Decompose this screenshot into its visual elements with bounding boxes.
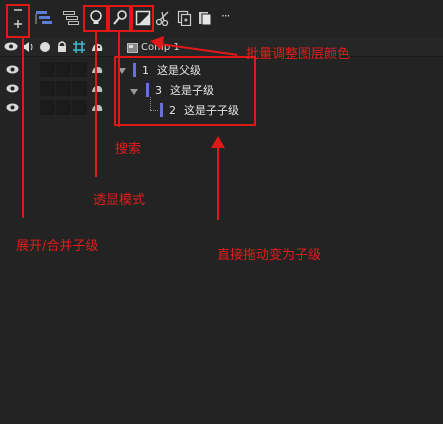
visibility-eye-icon[interactable]: [6, 103, 19, 112]
lock-cell[interactable]: [56, 62, 71, 77]
composition-icon: [127, 42, 138, 53]
arrow-head-left-icon: [150, 36, 164, 50]
highlight-batch-color: [131, 5, 154, 32]
highlight-layer-tree: [114, 56, 256, 126]
layer-stack-outline-icon: [63, 11, 79, 25]
annotation-expand-collapse: 展开/合并子级: [16, 239, 99, 254]
arrow-head-up-icon: [211, 136, 225, 148]
shy-layer-icon[interactable]: [90, 42, 104, 52]
paste-button[interactable]: [195, 7, 215, 29]
layer-stack-blue-icon: [35, 11, 52, 24]
paste-icon: [199, 12, 212, 26]
split-layer-button[interactable]: [153, 7, 173, 29]
highlight-expand-collapse: [6, 4, 30, 38]
highlight-search: [108, 5, 131, 32]
annotation-transparent-mode: 透显模式: [93, 193, 146, 208]
shy-layer-icon[interactable]: [91, 84, 104, 93]
annotation-batch-color: 批量调整图层颜色: [246, 47, 351, 62]
arrow-line: [22, 38, 24, 218]
annotation-drag-to-child: 直接拖动变为子级: [217, 248, 322, 263]
layer-row[interactable]: [0, 80, 115, 97]
layer-stack-outline-button[interactable]: [61, 7, 81, 29]
solo-cell[interactable]: [40, 81, 55, 96]
duplicate-button[interactable]: [174, 7, 194, 29]
shy-layer-icon[interactable]: [91, 65, 104, 74]
arrow-line: [118, 32, 120, 127]
hashtag-grid-icon[interactable]: [72, 40, 86, 54]
solo-cell[interactable]: [40, 62, 55, 77]
visibility-eye-icon[interactable]: [6, 84, 19, 93]
shy-layer-icon[interactable]: [91, 103, 104, 112]
label-cell[interactable]: [72, 81, 87, 96]
lock-icon[interactable]: [56, 40, 68, 53]
lock-cell[interactable]: [56, 81, 71, 96]
arrow-line: [217, 142, 219, 220]
layer-stack-blue-button[interactable]: [34, 7, 54, 29]
lock-cell[interactable]: [56, 100, 71, 115]
duplicate-icon: [177, 10, 192, 26]
scissors-icon: [155, 11, 169, 26]
visibility-eye-icon[interactable]: [4, 42, 18, 51]
visibility-eye-icon[interactable]: [6, 65, 19, 74]
highlight-transparent-mode: [83, 5, 108, 32]
solo-dot-icon[interactable]: [40, 42, 50, 52]
solo-cell[interactable]: [40, 100, 55, 115]
annotation-search: 搜索: [115, 142, 142, 157]
layer-columns-header: [0, 38, 443, 57]
arrow-line: [95, 32, 97, 177]
label-cell[interactable]: [72, 62, 87, 77]
label-cell[interactable]: [72, 100, 87, 115]
more-menu-button[interactable]: ···: [221, 9, 231, 23]
layer-row[interactable]: [0, 99, 115, 116]
layer-row[interactable]: [0, 61, 115, 78]
